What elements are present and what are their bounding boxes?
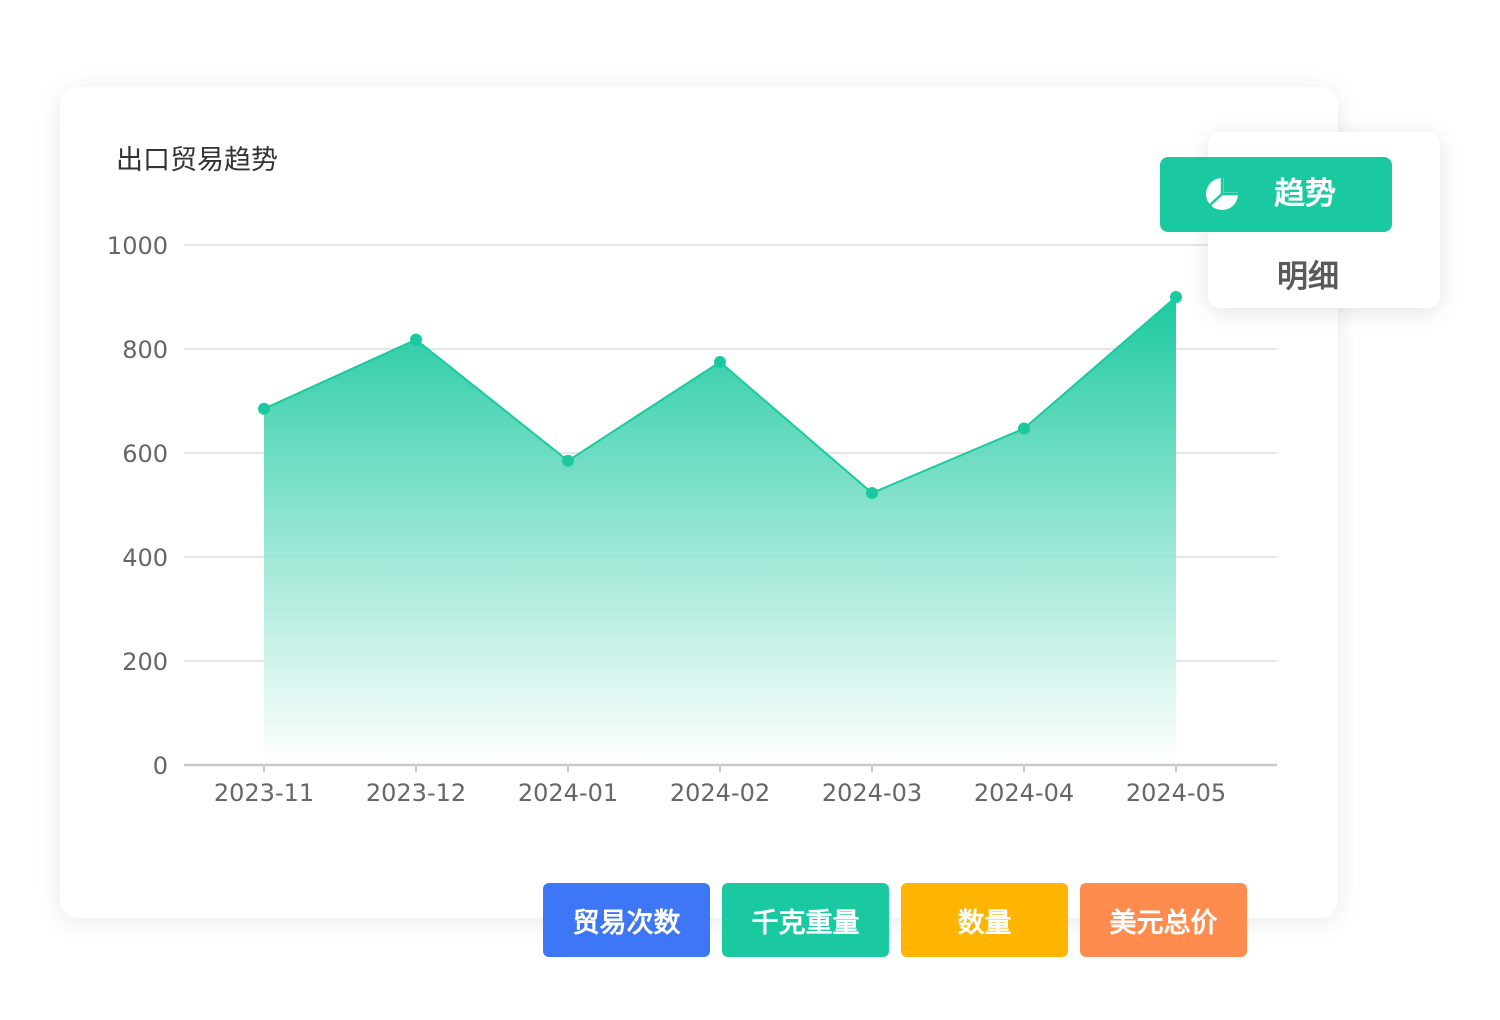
metric-button-trade-count[interactable]: 贸易次数 (543, 883, 710, 957)
x-tick-label: 2024-03 (822, 779, 922, 807)
y-tick-label: 400 (122, 544, 168, 572)
metric-button-label: 千克重量 (751, 907, 860, 939)
metric-button-quantity[interactable]: 数量 (901, 883, 1068, 957)
y-tick-label: 200 (122, 648, 168, 676)
x-tick-label: 2023-11 (214, 779, 314, 807)
data-point[interactable] (1170, 291, 1182, 303)
x-tick-label: 2023-12 (366, 779, 466, 807)
metric-button-kg-weight[interactable]: 千克重量 (722, 883, 889, 957)
metric-button-label: 数量 (957, 907, 1012, 939)
data-point[interactable] (866, 487, 878, 500)
metric-button-label: 贸易次数 (572, 907, 681, 939)
x-tick-label: 2024-04 (974, 779, 1074, 807)
data-point[interactable] (258, 402, 270, 415)
stage: 出口贸易趋势 0 200 400 600 800 1000 2023-11 2023-12 20… (0, 0, 1500, 1020)
x-tick-label: 2024-01 (518, 779, 618, 807)
trend-view-label: 趋势 (1274, 176, 1336, 212)
pie-chart-icon (1206, 177, 1239, 210)
data-point[interactable] (410, 333, 422, 346)
data-point[interactable] (1018, 422, 1030, 435)
metric-button-usd-total[interactable]: 美元总价 (1080, 883, 1247, 957)
detail-view-button[interactable]: 明细 (1208, 240, 1408, 306)
y-tick-label: 0 (153, 752, 168, 780)
x-tick-label: 2024-05 (1126, 779, 1226, 807)
data-point[interactable] (714, 356, 726, 368)
y-tick-label: 800 (122, 336, 168, 364)
metric-button-label: 美元总价 (1109, 907, 1218, 939)
y-tick-label: 600 (122, 440, 168, 468)
x-tick-label: 2024-02 (670, 779, 770, 807)
data-point[interactable] (562, 454, 574, 467)
detail-view-label: 明细 (1277, 258, 1339, 295)
y-tick-label: 1000 (107, 232, 168, 260)
trend-view-button[interactable]: 趋势 (1160, 157, 1392, 232)
